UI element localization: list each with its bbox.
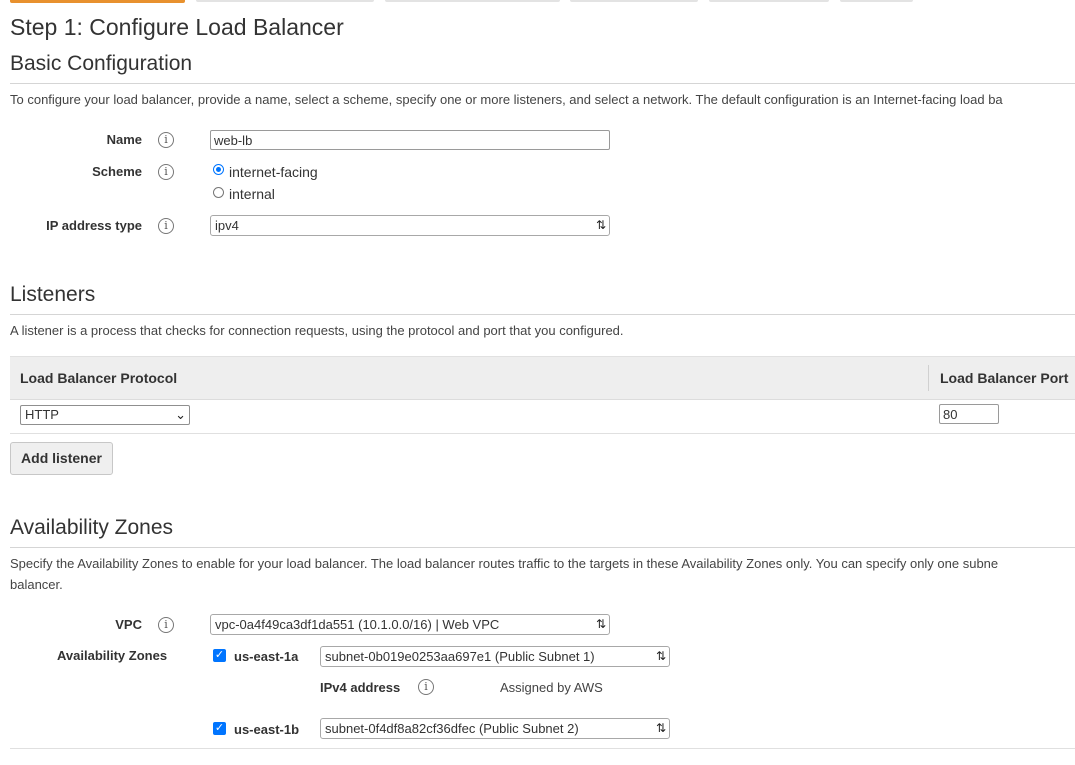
vpc-value: vpc-0a4f49ca3df1da551 (10.1.0.0/16) | We…: [215, 617, 500, 632]
ipv4-address-label: IPv4 address: [320, 680, 401, 695]
zone-us-east-1a-checkbox[interactable]: ✓: [213, 649, 226, 662]
name-label: Name: [106, 132, 142, 147]
availability-zones-description-cont: balancer.: [10, 577, 63, 592]
table-row-divider: [10, 433, 1075, 434]
chevron-up-down-icon: ⇅: [595, 218, 606, 232]
info-icon[interactable]: i: [418, 679, 434, 695]
zone-us-east-1b-label: us-east-1b: [234, 722, 300, 737]
info-icon[interactable]: i: [158, 132, 174, 148]
wizard-tab-6[interactable]: [840, 0, 913, 2]
page-title: Step 1: Configure Load Balancer: [10, 14, 344, 40]
listener-protocol-select[interactable]: HTTP ⌄: [20, 405, 190, 425]
section-divider: [10, 547, 1075, 548]
column-divider: [928, 365, 929, 391]
column-header-protocol: Load Balancer Protocol: [20, 370, 178, 386]
chevron-up-down-icon: ⇅: [655, 721, 666, 735]
ipv4-address-value: Assigned by AWS: [500, 680, 603, 695]
wizard-tab-4[interactable]: [570, 0, 698, 2]
name-input[interactable]: [210, 130, 610, 150]
scheme-internal-label[interactable]: internal: [229, 186, 275, 202]
chevron-up-down-icon: ⇅: [655, 649, 666, 663]
scheme-internet-facing-radio[interactable]: [213, 164, 224, 175]
listeners-description: A listener is a process that checks for …: [10, 323, 624, 338]
ip-address-type-value: ipv4: [215, 218, 239, 233]
basic-config-description: To configure your load balancer, provide…: [10, 92, 1003, 107]
wizard-tab-3[interactable]: [385, 0, 560, 2]
listener-port-input[interactable]: [939, 404, 999, 424]
info-icon[interactable]: i: [158, 164, 174, 180]
chevron-up-down-icon: ⇅: [595, 617, 606, 631]
wizard-tab-strip: [0, 0, 1075, 3]
wizard-tab-2[interactable]: [196, 0, 374, 2]
section-divider: [10, 314, 1075, 315]
listeners-heading: Listeners: [10, 283, 96, 306]
listeners-table-header: Load Balancer Protocol Load Balancer Por…: [10, 356, 1075, 400]
wizard-tab-1[interactable]: [10, 0, 185, 3]
ip-address-type-select[interactable]: ipv4 ⇅: [210, 215, 610, 236]
zone-us-east-1a-subnet-value: subnet-0b019e0253aa697e1 (Public Subnet …: [325, 649, 595, 664]
listener-protocol-value: HTTP: [25, 407, 59, 422]
column-header-port: Load Balancer Port: [940, 370, 1069, 386]
info-icon[interactable]: i: [158, 617, 174, 633]
zone-us-east-1b-subnet-value: subnet-0f4df8a82cf36dfec (Public Subnet …: [325, 721, 579, 736]
availability-zones-description: Specify the Availability Zones to enable…: [10, 556, 999, 571]
zone-us-east-1b-checkbox[interactable]: ✓: [213, 722, 226, 735]
zone-us-east-1a-label: us-east-1a: [234, 649, 299, 664]
check-icon: ✓: [214, 722, 225, 734]
section-bottom-divider: [10, 748, 1075, 749]
scheme-internal-radio[interactable]: [213, 187, 224, 198]
availability-zones-label: Availability Zones: [57, 648, 168, 663]
zone-us-east-1a-subnet-select[interactable]: subnet-0b019e0253aa697e1 (Public Subnet …: [320, 646, 670, 667]
chevron-down-icon: ⌄: [175, 407, 186, 422]
section-divider: [10, 83, 1075, 84]
scheme-label: Scheme: [92, 164, 142, 179]
ip-address-type-label: IP address type: [46, 218, 142, 233]
wizard-tab-5[interactable]: [709, 0, 829, 2]
check-icon: ✓: [214, 649, 225, 661]
vpc-select[interactable]: vpc-0a4f49ca3df1da551 (10.1.0.0/16) | We…: [210, 614, 610, 635]
info-icon[interactable]: i: [158, 218, 174, 234]
availability-zones-heading: Availability Zones: [10, 516, 174, 539]
add-listener-button[interactable]: Add listener: [10, 442, 113, 475]
basic-config-heading: Basic Configuration: [10, 52, 193, 75]
zone-us-east-1b-subnet-select[interactable]: subnet-0f4df8a82cf36dfec (Public Subnet …: [320, 718, 670, 739]
scheme-internet-facing-label[interactable]: internet-facing: [229, 164, 318, 180]
vpc-label: VPC: [115, 617, 142, 632]
